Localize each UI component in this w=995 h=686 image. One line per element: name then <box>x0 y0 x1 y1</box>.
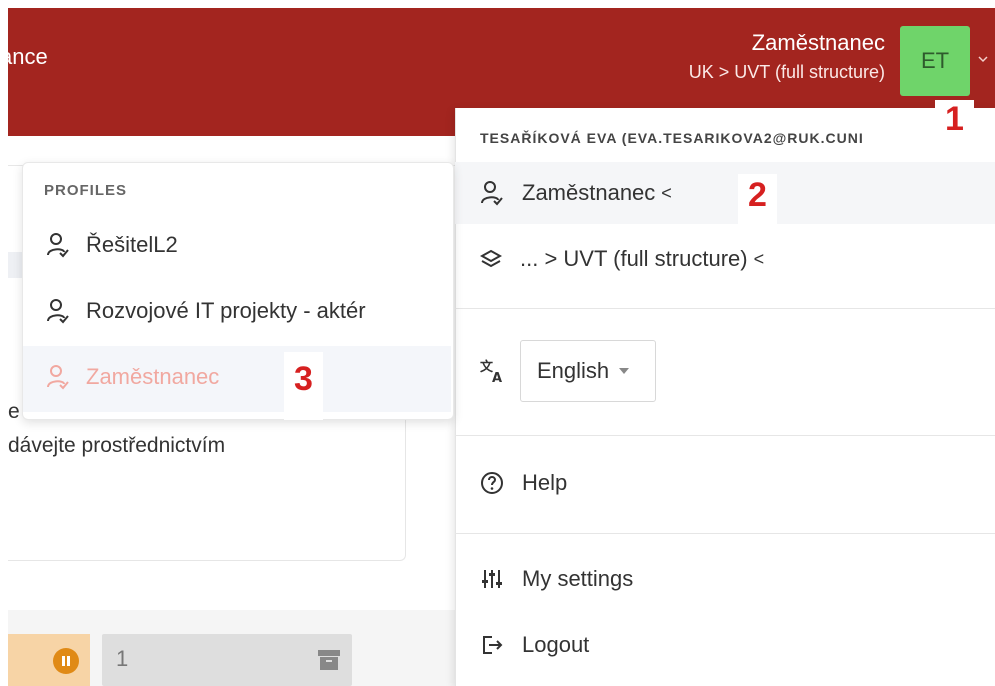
divider <box>455 533 995 534</box>
layers-icon <box>480 249 502 268</box>
user-check-icon <box>481 181 503 206</box>
menu-item-organization[interactable]: ... > UVT (full structure) < <box>480 246 764 272</box>
profile-item-label: Zaměstnanec <box>86 364 220 389</box>
menu-item-profile[interactable]: Zaměstnanec < <box>480 180 672 206</box>
menu-item-help[interactable]: Help <box>480 470 567 496</box>
menu-item-settings-label: My settings <box>522 566 634 591</box>
card-tag <box>8 252 22 278</box>
header-user-role[interactable]: Zaměstnanec <box>752 30 885 56</box>
profile-item-zamestnanec[interactable]: Zaměstnanec <box>46 364 219 390</box>
logout-icon <box>483 636 503 654</box>
divider <box>455 308 995 309</box>
archive-icon[interactable] <box>316 647 342 673</box>
pause-icon[interactable] <box>53 648 79 674</box>
chevron-left-icon: < <box>753 248 765 269</box>
chevron-left-icon: < <box>661 182 672 203</box>
language-select-value: English <box>537 358 610 383</box>
sliders-icon <box>482 570 502 588</box>
card-text-line-2: dávejte prostřednictvím <box>8 434 226 457</box>
annotation-1: 1 <box>935 100 974 139</box>
quantity-input[interactable] <box>102 634 352 686</box>
annotation-3: 3 <box>284 352 323 420</box>
header-user-org[interactable]: UK > UVT (full structure) <box>689 62 885 83</box>
help-icon <box>481 472 503 494</box>
card-text-line-1: e <box>8 400 20 423</box>
profiles-heading: PROFILES <box>44 182 128 199</box>
menu-item-logout-label: Logout <box>522 632 590 657</box>
user-check-icon <box>47 365 69 390</box>
user-email-label: TESAŘÍKOVÁ EVA (EVA.TESARIKOVA2@RUK.CUNI <box>480 130 864 146</box>
quantity-value: 1 <box>116 646 129 671</box>
menu-item-profile-label: Zaměstnanec <box>522 180 656 205</box>
menu-item-help-label: Help <box>522 470 568 495</box>
profile-item-label: Rozvojové IT projekty - aktér <box>86 298 366 323</box>
translate-icon: 文 A <box>480 358 506 390</box>
language-select[interactable]: English <box>520 340 656 402</box>
user-avatar[interactable]: ET <box>900 26 970 96</box>
profile-item-rozvojove[interactable]: Rozvojové IT projekty - aktér <box>46 298 366 324</box>
chevron-down-icon[interactable] <box>978 54 988 64</box>
user-check-icon <box>47 299 69 324</box>
divider <box>455 435 995 436</box>
header-title-fragment[interactable]: ance <box>0 44 48 70</box>
profile-item-label: ŘešitelL2 <box>86 232 178 257</box>
caret-down-icon <box>619 368 630 374</box>
menu-item-organization-label: ... > UVT (full structure) <box>520 246 748 271</box>
annotation-2: 2 <box>738 174 777 226</box>
menu-item-logout[interactable]: Logout <box>480 632 589 658</box>
user-check-icon <box>47 233 69 258</box>
profile-item-resitel[interactable]: ŘešitelL2 <box>46 232 178 258</box>
menu-item-settings[interactable]: My settings <box>480 566 633 592</box>
svg-text:A: A <box>492 371 502 384</box>
